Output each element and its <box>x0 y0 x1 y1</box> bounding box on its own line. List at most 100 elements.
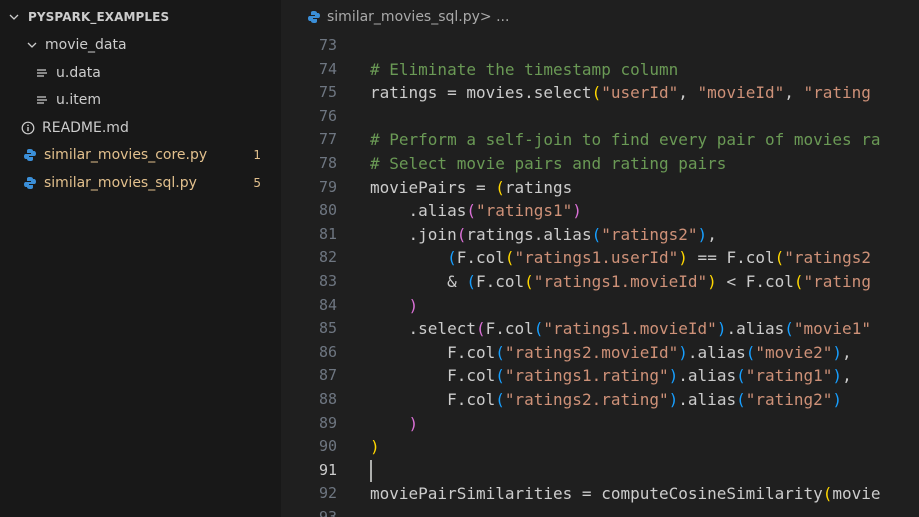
line-number: 88 <box>318 390 337 408</box>
code-line[interactable]: 91 <box>281 459 919 483</box>
tree-item-u-item[interactable]: u.item <box>0 86 281 113</box>
code-token: < F.col <box>716 272 794 291</box>
code-line[interactable]: 75 ratings = movies.select("userId", "mov… <box>281 81 919 105</box>
line-number: 80 <box>318 201 337 220</box>
line-number: 81 <box>318 224 337 243</box>
code-line[interactable]: 80 .alias("ratings1") <box>281 199 919 223</box>
line-number: 82 <box>318 248 337 267</box>
code-token: "ratings2.rating" <box>504 390 669 409</box>
code-token: ( <box>504 248 515 268</box>
tree-item-readme[interactable]: README.md <box>0 114 281 141</box>
line-number: 92 <box>318 484 337 503</box>
code-text: # Perform a self-join to find every pair… <box>370 128 881 152</box>
line-number: 83 <box>318 272 337 290</box>
code-token: ( <box>524 272 534 291</box>
code-text: .select(F.col("ratings1.movieId").alias(… <box>370 317 871 341</box>
code-token: ) <box>572 201 582 221</box>
code-line[interactable]: 74 # Eliminate the timestamp column <box>281 58 919 82</box>
code-line[interactable]: 81 .join(ratings.alias("ratings2"), <box>281 223 919 247</box>
tree-item-similar-movies-sql[interactable]: similar_movies_sql.py 5 <box>0 169 281 196</box>
code-token: .alias <box>370 201 467 221</box>
code-token: ( <box>495 177 505 197</box>
code-token: ) <box>697 224 708 244</box>
code-token: "ratings1.movieId" <box>533 272 708 291</box>
code-token: "rating1" <box>745 366 833 386</box>
code-token: ( <box>447 248 457 268</box>
tree-item-movie-data[interactable]: movie_data <box>0 31 281 58</box>
code-line[interactable]: 83 & (F.col("ratings1.movieId") < F.col(… <box>281 270 919 294</box>
code-line[interactable]: 87 F.col("ratings1.rating").alias("ratin… <box>281 364 919 388</box>
code-text: ratings = movies.select("userId", "movie… <box>370 81 871 105</box>
code-text: # Select movie pairs and rating pairs <box>370 152 726 176</box>
code-line[interactable]: 86 F.col("ratings2.movieId").alias("movi… <box>281 341 919 365</box>
breadcrumb-file[interactable]: similar_movies_sql.py <box>327 9 480 25</box>
line-number: 91 <box>318 460 337 479</box>
problem-count-badge: 5 <box>253 175 261 190</box>
line-number: 75 <box>318 83 337 102</box>
code-token: .join <box>370 224 457 244</box>
code-token: "rating2" <box>745 390 833 409</box>
code-line[interactable]: 90) <box>281 435 919 459</box>
code-token: ( <box>591 224 602 244</box>
python-icon <box>307 10 321 24</box>
code-token: F.col <box>370 390 496 409</box>
code-token: ( <box>591 83 602 103</box>
code-line[interactable]: 76 <box>281 105 919 129</box>
code-line[interactable]: 88 F.col("ratings2.rating").alias("ratin… <box>281 388 919 412</box>
code-token: ) <box>678 248 688 268</box>
code-line[interactable]: 77 # Perform a self-join to find every pa… <box>281 128 919 152</box>
tree-item-similar-movies-core[interactable]: similar_movies_core.py 1 <box>0 141 281 168</box>
code-token: == F.col <box>687 248 775 268</box>
code-line[interactable]: 79 moviePairs = (ratings <box>281 176 919 200</box>
code-line[interactable]: 85 .select(F.col("ratings1.movieId").ali… <box>281 317 919 341</box>
line-number: 93 <box>318 508 337 517</box>
problem-count-badge: 1 <box>253 147 261 162</box>
code-line[interactable]: 92 moviePairSimilarities = computeCosineS… <box>281 482 919 506</box>
code-token: "ratings2" <box>601 224 698 244</box>
code-line[interactable]: 89 ) <box>281 412 919 436</box>
code-token: F.col <box>475 272 525 291</box>
code-token: ) <box>707 272 717 291</box>
breadcrumb[interactable]: similar_movies_sql.py > ... <box>281 0 919 34</box>
line-number: 86 <box>318 342 337 361</box>
line-number: 76 <box>318 106 337 125</box>
code-text: moviePairs = (ratings <box>370 176 572 200</box>
line-number: 87 <box>318 366 337 385</box>
breadcrumb-rest[interactable]: > ... <box>480 9 510 25</box>
code-token: , <box>842 366 852 386</box>
code-line[interactable]: 82 (F.col("ratings1.userId") == F.col("r… <box>281 246 919 270</box>
line-number: 89 <box>318 413 337 432</box>
tree-item-u-data[interactable]: u.data <box>0 59 281 86</box>
code-token: "rating <box>803 83 871 103</box>
code-token: .alias <box>678 390 737 409</box>
code-line[interactable]: 78 # Select movie pairs and rating pairs <box>281 152 919 176</box>
code-token: ( <box>774 248 785 268</box>
code-token: ratings.alias <box>466 224 592 244</box>
chevron-down-icon <box>6 9 22 25</box>
code-token: ( <box>495 342 505 362</box>
code-line[interactable]: 93 <box>281 506 919 517</box>
tree-item-label: similar_movies_core.py <box>44 146 208 163</box>
code-area[interactable]: 73 74 # Eliminate the timestamp column 75 ra… <box>281 34 919 517</box>
code-text: F.col("ratings2.rating").alias("rating2"… <box>370 388 842 412</box>
code-text: (F.col("ratings1.userId") == F.col("rati… <box>370 246 871 270</box>
code-text: .join(ratings.alias("ratings2"), <box>370 223 717 247</box>
code-token: F.col <box>485 319 534 339</box>
code-token: ) <box>716 319 727 339</box>
code-token: "rating <box>803 272 871 291</box>
code-token: ) <box>668 366 679 386</box>
code-token: ( <box>736 390 746 409</box>
explorer-root-folder[interactable]: PYSPARK_EXAMPLES <box>0 3 281 30</box>
code-line[interactable]: 84 ) <box>281 294 919 318</box>
code-line[interactable]: 73 <box>281 34 919 58</box>
code-text: # Eliminate the timestamp column <box>370 58 678 82</box>
code-token: ) <box>832 390 843 409</box>
code-text: moviePairSimilarities = computeCosineSim… <box>370 482 881 506</box>
code-editor: similar_movies_sql.py > ... 73 74 # Elimin… <box>281 0 919 517</box>
code-token: .select <box>370 319 476 339</box>
code-token: ( <box>495 366 505 386</box>
code-token: ( <box>736 366 746 386</box>
